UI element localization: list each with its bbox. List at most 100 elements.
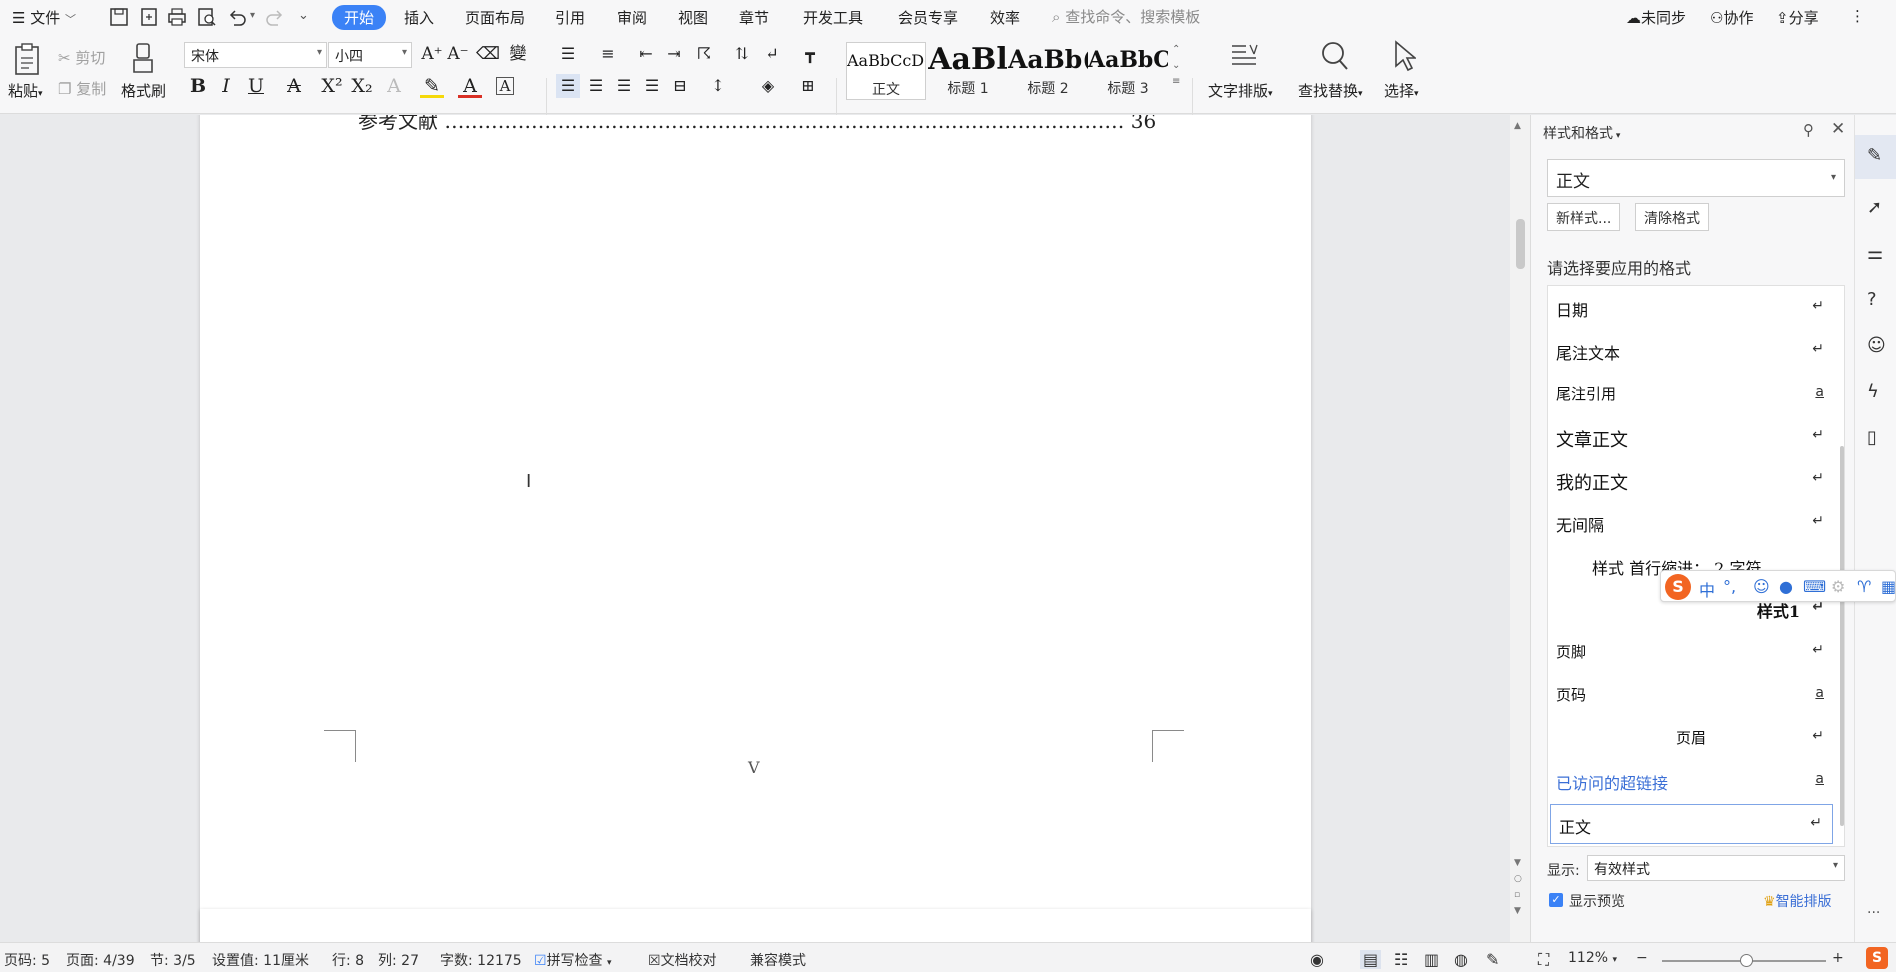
zoom-in-icon[interactable]: + [1832, 950, 1844, 966]
reading-view-icon[interactable]: ▥ [1424, 950, 1439, 969]
toc-entry[interactable]: 参考文献 ………………………………………………………………………………………… … [358, 115, 1158, 137]
toolbox-icon[interactable]: ⚙ [1831, 577, 1845, 596]
new-style-button[interactable]: 新样式... [1547, 203, 1621, 231]
phonetic-guide-icon[interactable]: 變 [506, 42, 530, 66]
next-page[interactable] [200, 909, 1311, 942]
list-item[interactable]: 页脚 ↵ [1548, 632, 1834, 672]
export-pdf-icon[interactable] [138, 7, 160, 27]
style-heading-1[interactable]: AaBl 标题 1 [928, 42, 1008, 100]
decrease-indent-icon[interactable]: ⇤ [634, 42, 658, 66]
distribute-icon[interactable]: ⊟ [668, 74, 692, 98]
cursor-select-icon[interactable] [1392, 40, 1416, 72]
sogou-logo-icon[interactable]: S [1665, 574, 1691, 600]
paste-button[interactable]: 粘贴▾ [8, 80, 43, 101]
menu-grid-icon[interactable]: ▦ [1881, 577, 1896, 596]
highlight-icon[interactable]: ✎ [420, 74, 444, 98]
show-marks-icon[interactable]: ↵ [760, 42, 784, 66]
list-item[interactable]: 页眉 ↵ [1548, 718, 1834, 758]
list-item[interactable]: 尾注文本 ↵ [1548, 331, 1834, 371]
pin-icon[interactable]: ⚲ [1803, 121, 1814, 139]
ime-toolbar[interactable]: S 中 °, ☺ ● ⌨ ⚙ ♈ ▦ [1660, 570, 1896, 602]
style-pen-icon[interactable]: ✎ [1867, 145, 1887, 166]
char-border-icon[interactable]: A [496, 77, 514, 95]
align-right-icon[interactable]: ☰ [612, 74, 636, 98]
customize-quickbar-icon[interactable]: ⌄ [298, 8, 309, 23]
scrollbar-thumb[interactable] [1516, 219, 1525, 269]
fit-page-icon[interactable]: ⛶ [1538, 950, 1549, 970]
ime-lang[interactable]: 中 [1699, 577, 1715, 601]
redo-icon[interactable] [264, 7, 286, 27]
zoom-slider-thumb[interactable] [1740, 954, 1753, 967]
sogou-tray-icon[interactable]: S [1866, 947, 1888, 969]
bullet-list-icon[interactable]: ☰ [556, 42, 580, 66]
status-row[interactable]: 行: 8 [332, 950, 364, 970]
share-button[interactable]: ⇪分享 [1776, 7, 1819, 28]
font-color-icon[interactable]: A [458, 74, 482, 98]
format-painter-icon[interactable] [130, 42, 156, 74]
format-painter-button[interactable]: 格式刷 [121, 80, 166, 101]
save-icon[interactable] [108, 7, 130, 27]
style-heading-3[interactable]: AaBbC 标题 3 [1088, 42, 1168, 100]
select-button[interactable]: 选择▾ [1384, 80, 1419, 101]
line-spacing-icon[interactable]: ↕ [706, 74, 730, 98]
increase-font-icon[interactable]: A⁺ [420, 42, 444, 66]
style-list-scrollbar[interactable] [1840, 446, 1844, 826]
align-center-icon[interactable]: ☰ [584, 74, 608, 98]
subscript-icon[interactable]: X₂ [350, 74, 374, 98]
zoom-out-icon[interactable]: − [1636, 950, 1648, 966]
cut-button[interactable]: ✂ 剪切 [58, 47, 105, 68]
tab-chapter[interactable]: 章节 [739, 7, 769, 28]
ime-punct[interactable]: °, [1723, 577, 1736, 596]
skin-shirt-icon[interactable]: ♈ [1857, 577, 1871, 596]
tab-efficiency[interactable]: 效率 [990, 7, 1020, 28]
page-nav-icons[interactable]: ▼ ○ ▫ ▼ [1514, 855, 1522, 919]
list-item[interactable]: 日期 ↵ [1548, 288, 1834, 328]
current-style-select[interactable]: 正文 ▾ [1547, 159, 1845, 197]
list-item[interactable]: 页码 a [1548, 675, 1834, 715]
proofread-button[interactable]: ☒文档校对 [648, 950, 717, 970]
assistant-icon[interactable]: ☺ [1867, 335, 1887, 356]
text-layout-button[interactable]: 文字排版▾ [1208, 80, 1273, 101]
list-item[interactable]: 我的正文 ↵ [1548, 460, 1834, 500]
scroll-up-icon[interactable]: ▲ [1514, 121, 1521, 131]
justify-icon[interactable]: ☰ [640, 74, 664, 98]
strikethrough-icon[interactable]: A [282, 74, 306, 98]
sort-icon[interactable]: ⇅ [730, 42, 754, 66]
increase-indent-icon[interactable]: ⇥ [662, 42, 686, 66]
find-replace-button[interactable]: 查找替换▾ [1298, 80, 1363, 101]
document-scrollbar[interactable]: ▲ ▼ ○ ▫ ▼ [1510, 115, 1530, 942]
document-page[interactable]: 参考文献 ………………………………………………………………………………………… … [200, 115, 1311, 942]
zoom-select[interactable]: 112% ▾ [1568, 950, 1617, 966]
emoji-icon[interactable]: ☺ [1753, 577, 1770, 596]
outline-view-icon[interactable]: ☷ [1394, 950, 1408, 969]
clear-format-button[interactable]: 清除格式 [1635, 203, 1709, 231]
status-page[interactable]: 页面: 4/39 [66, 950, 135, 970]
paste-icon[interactable] [12, 42, 42, 76]
tab-insert[interactable]: 插入 [404, 7, 434, 28]
eye-protection-icon[interactable]: ◉ [1310, 950, 1324, 969]
text-effect-icon[interactable]: A [382, 74, 406, 98]
file-menu[interactable]: ☰ 文件 ﹀ [12, 7, 76, 28]
status-setting[interactable]: 设置值: 11厘米 [212, 950, 309, 970]
collab-button[interactable]: ⚇协作 [1710, 7, 1753, 28]
status-words[interactable]: 字数: 12175 [440, 950, 522, 970]
tab-page-layout[interactable]: 页面布局 [465, 7, 525, 28]
document-canvas[interactable]: 参考文献 ………………………………………………………………………………………… … [0, 115, 1510, 942]
write-mode-icon[interactable]: ✎ [1486, 950, 1499, 969]
undo-icon[interactable] [226, 7, 248, 27]
list-item-selected[interactable]: 正文 ↵ [1550, 804, 1833, 844]
style-heading-2[interactable]: AaBb( 标题 2 [1008, 42, 1088, 100]
superscript-icon[interactable]: X² [320, 74, 344, 98]
print-icon[interactable] [166, 7, 188, 27]
book-search-icon[interactable]: ▯ [1867, 427, 1887, 448]
command-search[interactable]: ⌕ 查找命令、搜索模板 [1052, 6, 1200, 27]
tab-review[interactable]: 审阅 [617, 7, 647, 28]
italic-icon[interactable]: I [214, 74, 238, 98]
tab-member[interactable]: 会员专享 [898, 7, 958, 28]
adjust-sliders-icon[interactable]: ⚌ [1867, 243, 1887, 264]
close-icon[interactable]: ✕ [1831, 119, 1845, 139]
sync-status[interactable]: ☁未同步 [1626, 7, 1686, 28]
page-view-icon[interactable]: ▤ [1360, 950, 1382, 969]
pane-title[interactable]: 样式和格式 ▾ [1543, 123, 1620, 143]
align-left-icon[interactable]: ☰ [556, 74, 580, 98]
